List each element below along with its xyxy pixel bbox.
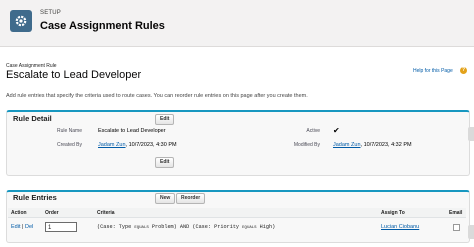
rule-name-label: Rule Name: [56, 128, 82, 134]
rule-entries-heading: Rule Entries: [13, 193, 57, 202]
order-input[interactable]: 1: [45, 222, 77, 232]
column-header-order: Order: [42, 208, 94, 218]
assign-to-link[interactable]: Lucian Ciobanu: [381, 224, 419, 230]
page-header: SETUP Case Assignment Rules: [0, 0, 474, 47]
page-title: Case Assignment Rules: [40, 20, 165, 32]
help-icon[interactable]: ?: [460, 67, 467, 74]
new-button[interactable]: New: [155, 193, 176, 204]
column-header-email: Email: [446, 208, 466, 218]
rule-name-value: Escalate to Lead Developer: [98, 128, 166, 134]
created-by-label: Created By: [56, 142, 82, 148]
side-scroll-tab-lower[interactable]: [468, 225, 474, 239]
column-header-assign-to: Assign To: [378, 208, 446, 218]
modified-by-date: , 10/7/2023, 4:32 PM: [360, 142, 412, 148]
assign-to-cell: Lucian Ciobanu: [381, 220, 419, 235]
help-link[interactable]: Help for this Page: [413, 68, 453, 74]
criteria-operator: EQUALS: [134, 226, 149, 230]
active-check-icon: ✔: [333, 126, 340, 135]
record-title: Escalate to Lead Developer: [6, 69, 142, 81]
created-by-user-link[interactable]: Jadam Zun: [98, 142, 126, 148]
criteria-part: High): [256, 224, 276, 230]
delete-link[interactable]: Del: [25, 224, 33, 230]
criteria-operator: EQUALS: [242, 226, 257, 230]
column-header-action: Action: [8, 208, 42, 218]
modified-by-label: Modified By: [293, 142, 320, 148]
column-header-criteria: Criteria: [94, 208, 378, 218]
table-row-action: Edit | Del: [11, 220, 33, 235]
edit-button-top[interactable]: Edit: [155, 114, 175, 125]
reorder-button[interactable]: Reorder: [176, 193, 206, 204]
page-description: Add rule entries that specify the criter…: [6, 93, 308, 99]
rule-detail-heading: Rule Detail: [13, 114, 52, 123]
edit-button-bottom[interactable]: Edit: [155, 157, 175, 168]
gear-icon: [10, 10, 32, 32]
modified-by-value: Jadam Zun, 10/7/2023, 4:32 PM: [333, 142, 412, 148]
criteria-part: (Case: Type: [97, 224, 135, 230]
email-checkbox[interactable]: [453, 224, 460, 231]
criteria-cell: (Case: Type EQUALS Problem) AND (Case: P…: [97, 220, 275, 235]
created-by-value: Jadam Zun, 10/7/2023, 4:30 PM: [98, 142, 177, 148]
breadcrumb: SETUP: [40, 10, 62, 16]
active-label: Active: [306, 128, 320, 134]
created-by-date: , 10/7/2023, 4:30 PM: [125, 142, 177, 148]
modified-by-user-link[interactable]: Jadam Zun: [333, 142, 361, 148]
criteria-part: Problem) AND (Case: Priority: [148, 224, 243, 230]
side-scroll-tab[interactable]: [468, 127, 474, 141]
